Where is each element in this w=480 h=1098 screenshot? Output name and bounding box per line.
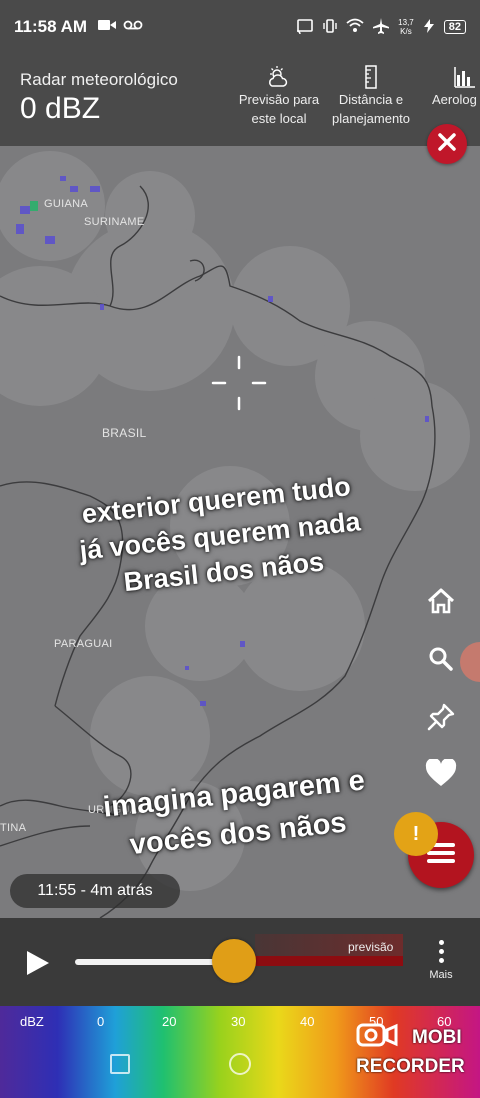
- close-button[interactable]: [427, 124, 467, 164]
- net-speed-value: 13,7: [398, 18, 414, 27]
- home-icon: [426, 587, 456, 620]
- aerology-button[interactable]: Aerolog: [432, 64, 480, 109]
- battery-level: 82: [443, 20, 466, 34]
- timeline-past-track[interactable]: [75, 959, 235, 965]
- watermark-line2: RECORDER: [356, 1056, 465, 1077]
- map-label-guiana: GUIANA: [44, 198, 88, 210]
- more-label: Mais: [429, 969, 453, 981]
- charging-icon: [422, 18, 436, 36]
- status-system-icons: 13,7 K/s 82: [296, 17, 466, 38]
- header-title: Radar meteorológico: [20, 70, 178, 89]
- legend-unit: dBZ: [20, 1014, 44, 1029]
- video-icon: [97, 18, 117, 37]
- camera-icon: [356, 1022, 408, 1054]
- dbz-legend: dBZ 0 20 30 40 50 60 MOBI RECORDER: [0, 1006, 480, 1098]
- sun-cloud-icon: [232, 64, 326, 90]
- alert-badge[interactable]: !: [394, 812, 438, 856]
- forecast-location-button[interactable]: Previsão para este local: [232, 64, 326, 128]
- home-button[interactable]: [424, 586, 458, 620]
- watermark-line1: MOBI: [412, 1027, 462, 1048]
- map-label-argentina: TINA: [0, 822, 27, 834]
- vibrate-icon: [322, 18, 338, 37]
- play-button[interactable]: [22, 948, 52, 978]
- forecast-label: previsão: [348, 940, 394, 954]
- map-label-suriname: SURINAME: [84, 216, 145, 228]
- more-button[interactable]: Mais: [424, 940, 458, 981]
- tool-label-line1: Distância e: [338, 92, 404, 107]
- bar-chart-icon: [432, 64, 480, 90]
- distance-planning-button[interactable]: Distância e planejamento: [326, 64, 416, 128]
- timeline-slider-thumb[interactable]: [212, 939, 256, 983]
- header-dbz-value: 0 dBZ: [20, 92, 101, 125]
- play-icon: [22, 951, 52, 982]
- tool-label-line2: planejamento: [331, 111, 411, 126]
- legend-tick: 0: [97, 1014, 105, 1029]
- radar-header: Radar meteorológico 0 dBZ Previsão para …: [0, 54, 480, 146]
- ruler-icon: [326, 64, 416, 90]
- more-vertical-icon: [424, 940, 458, 963]
- crosshair: [211, 355, 267, 411]
- pushpin-icon: [426, 702, 456, 737]
- recorder-watermark: MOBI RECORDER: [356, 1022, 472, 1078]
- nav-home-button[interactable]: [229, 1053, 251, 1075]
- timeline-bar: previsão Mais: [0, 918, 480, 1006]
- heart-icon: [425, 757, 457, 792]
- tool-label-line1: Aerolog: [432, 92, 477, 107]
- legend-tick: 20: [162, 1014, 177, 1029]
- network-speed: 13,7 K/s: [398, 18, 414, 36]
- pin-button[interactable]: [424, 702, 458, 736]
- legend-tick: 40: [300, 1014, 315, 1029]
- radar-map[interactable]: GUIANA SURINAME BRASIL PARAGUAI URUGUAI …: [0, 146, 480, 918]
- status-time: 11:58 AM: [14, 17, 88, 36]
- status-bar: 11:58 AM 13,7 K/s 82: [0, 0, 480, 54]
- airplane-icon: [372, 17, 390, 38]
- tool-label-line2: este local: [251, 111, 307, 126]
- legend-tick: 30: [231, 1014, 246, 1029]
- map-label-brasil: BRASIL: [102, 426, 147, 440]
- tool-label-line1: Previsão para: [238, 92, 320, 107]
- timeline-forecast-track[interactable]: [235, 956, 403, 966]
- cast-icon: [296, 18, 314, 37]
- close-icon: [436, 131, 458, 158]
- status-notification-icons: [97, 18, 143, 37]
- net-speed-unit: K/s: [400, 27, 412, 36]
- favorite-button[interactable]: [424, 757, 458, 792]
- radar-time-chip: 11:55 - 4m atrás: [10, 874, 180, 908]
- wifi-icon: [346, 18, 364, 36]
- search-button[interactable]: [424, 644, 458, 678]
- search-icon: [428, 646, 454, 677]
- nav-recents-button[interactable]: [110, 1054, 130, 1074]
- map-label-paraguai: PARAGUAI: [54, 638, 113, 650]
- voicemail-icon: [123, 18, 143, 36]
